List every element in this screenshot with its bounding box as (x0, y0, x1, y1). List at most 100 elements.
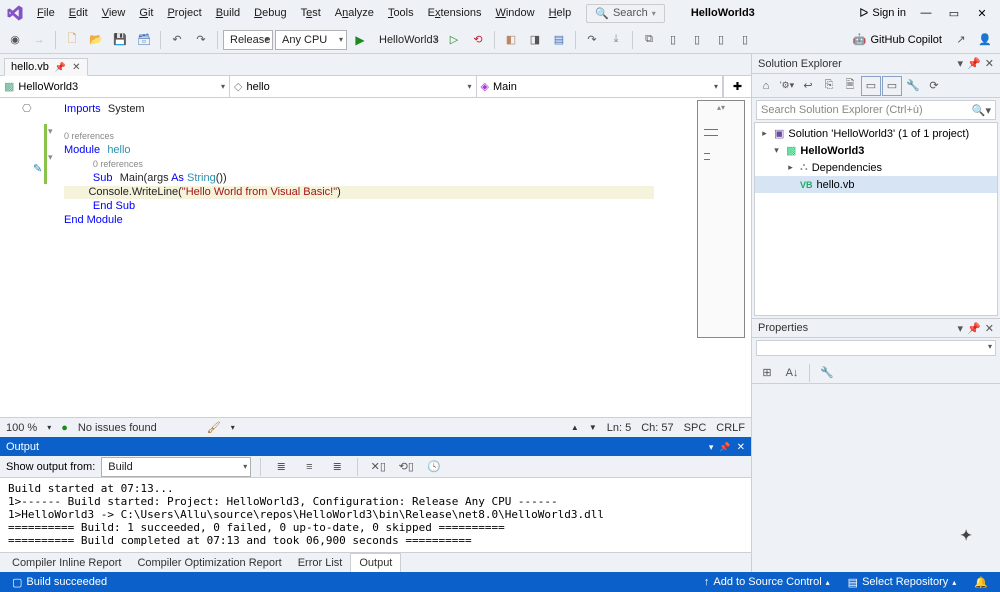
se-tool-c[interactable]: ⟳ (924, 76, 944, 96)
paintbrush-icon[interactable]: 🖌 (207, 421, 221, 434)
nav-fwd-button[interactable]: → (28, 29, 50, 51)
chevron-down-icon[interactable]: ▾ (958, 322, 964, 335)
code-editor[interactable]: ⎔ ✎ ▾ ▾ Imports System 0 references Modu… (0, 98, 751, 417)
account-button[interactable]: 👤 (974, 29, 996, 51)
char-indicator[interactable]: Ch: 57 (641, 422, 673, 434)
se-wrench-button[interactable]: 🔧 (903, 76, 923, 96)
se-tree[interactable]: ▸ ▣ Solution 'HelloWorld3' (1 of 1 proje… (754, 122, 998, 316)
out-tool-2[interactable]: ≡ (298, 456, 320, 478)
close-icon[interactable]: ✕ (737, 442, 745, 453)
config-combo[interactable]: Release (223, 30, 273, 50)
resize-handle-icon[interactable]: ✦ (960, 527, 972, 544)
zoom-level[interactable]: 100 % (6, 422, 37, 434)
pin-icon[interactable]: 📌 (55, 62, 66, 73)
tool-4[interactable]: ⧉ (638, 29, 660, 51)
menu-view[interactable]: View (95, 4, 133, 22)
close-icon[interactable]: ✕ (985, 322, 994, 335)
nav-member[interactable]: ◈ Main (477, 76, 724, 97)
save-button[interactable]: 💾 (109, 29, 131, 51)
outline-collapse-2[interactable]: ▾ (48, 152, 53, 163)
menu-edit[interactable]: Edit (62, 4, 95, 22)
tool-5[interactable]: ▯ (662, 29, 684, 51)
outline-collapse-1[interactable]: ▾ (48, 126, 53, 137)
share-button[interactable]: ↗ (950, 29, 972, 51)
se-home-button[interactable]: ⌂ (756, 76, 776, 96)
close-icon[interactable]: ✕ (985, 57, 994, 70)
step-over-button[interactable]: ↷ (581, 29, 603, 51)
pin-icon[interactable]: 📌 (967, 322, 981, 335)
issues-label[interactable]: No issues found (78, 422, 157, 434)
nav-class[interactable]: ◇ hello (230, 76, 477, 97)
open-button[interactable]: 📂 (85, 29, 107, 51)
menu-window[interactable]: Window (488, 4, 541, 22)
undo-button[interactable]: ↶ (166, 29, 188, 51)
indent-mode[interactable]: SPC (684, 422, 707, 434)
tab-compiler-opt[interactable]: Compiler Optimization Report (129, 554, 289, 572)
menu-analyze[interactable]: Analyze (328, 4, 381, 22)
menu-file[interactable]: File (30, 4, 62, 22)
start-target-combo[interactable]: HelloWorld3 (373, 30, 441, 50)
tree-file-hello[interactable]: VB hello.vb (755, 176, 997, 193)
properties-header[interactable]: Properties ▾📌✕ (752, 318, 1000, 338)
split-icon[interactable]: ▴▾ (698, 103, 744, 112)
tool-2[interactable]: ◨ (524, 29, 546, 51)
github-copilot-button[interactable]: 🤖 GitHub Copilot (847, 33, 948, 46)
close-button[interactable]: ✕ (968, 2, 996, 24)
new-project-button[interactable]: 🗋 (61, 29, 83, 51)
tool-8[interactable]: ▯ (734, 29, 756, 51)
se-back-button[interactable]: ↩ (798, 76, 818, 96)
out-time-button[interactable]: 🕓 (423, 456, 445, 478)
menu-project[interactable]: Project (160, 4, 208, 22)
sb-build-status[interactable]: ▢ Build succeeded (8, 576, 111, 589)
signin-button[interactable]: ᐅ Sign in (853, 4, 912, 22)
se-tool-b[interactable]: ▭ (882, 76, 902, 96)
menu-test[interactable]: Test (294, 4, 328, 22)
menu-tools[interactable]: Tools (381, 4, 421, 22)
output-source-combo[interactable]: Build (101, 457, 251, 477)
se-views-button[interactable]: '⚙▾ (777, 76, 797, 96)
out-tool-3[interactable]: ≣ (326, 456, 348, 478)
se-search-input[interactable]: Search Solution Explorer (Ctrl+ù) 🔍▾ (756, 100, 996, 120)
line-indicator[interactable]: Ln: 5 (607, 422, 631, 434)
tab-compiler-inline[interactable]: Compiler Inline Report (4, 554, 129, 572)
prop-alpha-button[interactable]: A↓ (781, 362, 803, 384)
nav-up-icon[interactable]: ▲ (571, 423, 579, 432)
save-all-button[interactable]: 🗃 (133, 29, 155, 51)
chevron-down-icon[interactable]: ▾ (709, 442, 714, 453)
prop-wrench-button[interactable]: 🔧 (816, 362, 838, 384)
menu-extensions[interactable]: Extensions (421, 4, 489, 22)
tree-project[interactable]: ▾ ▩ HelloWorld3 (755, 142, 997, 159)
sb-add-source-control[interactable]: ↑ Add to Source Control ▴ (700, 576, 834, 588)
start-debug-button[interactable]: ▶ (349, 29, 371, 51)
menu-debug[interactable]: Debug (247, 4, 293, 22)
minimize-button[interactable]: — (912, 2, 940, 24)
prop-categorized-button[interactable]: ⊞ (756, 362, 778, 384)
search-box[interactable]: 🔍 Search ▾ (586, 4, 665, 23)
expand-icon[interactable]: ▾ (771, 145, 782, 156)
se-sync-button[interactable]: ⎘ (819, 76, 839, 96)
maximize-button[interactable]: ▭ (940, 2, 968, 24)
close-icon[interactable]: ✕ (72, 62, 80, 73)
start-nodebug-button[interactable]: ▷ (443, 29, 465, 51)
menu-build[interactable]: Build (209, 4, 247, 22)
properties-object-combo[interactable] (756, 340, 996, 356)
pin-icon[interactable]: 📌 (719, 442, 730, 453)
pin-icon[interactable]: 📌 (967, 57, 981, 70)
line-ending[interactable]: CRLF (716, 422, 745, 434)
sb-select-repo[interactable]: ▤ Select Repository ▴ (844, 576, 961, 589)
nav-back-button[interactable]: ◉ (4, 29, 26, 51)
tool-1[interactable]: ◧ (500, 29, 522, 51)
tool-7[interactable]: ▯ (710, 29, 732, 51)
hot-reload-button[interactable]: ⟲ (467, 29, 489, 51)
redo-button[interactable]: ↷ (190, 29, 212, 51)
expand-icon[interactable]: ▸ (759, 128, 770, 139)
code-text[interactable]: Imports System 0 references Module hello… (52, 98, 695, 417)
tool-3[interactable]: ▤ (548, 29, 570, 51)
expand-icon[interactable]: ▸ (785, 162, 796, 173)
output-text[interactable]: Build started at 07:13... 1>------ Build… (0, 478, 751, 552)
menu-help[interactable]: Help (542, 4, 579, 22)
menu-git[interactable]: Git (132, 4, 160, 22)
tab-output[interactable]: Output (350, 553, 401, 573)
solution-explorer-header[interactable]: Solution Explorer ▾📌✕ (752, 54, 1000, 74)
platform-combo[interactable]: Any CPU (275, 30, 347, 50)
